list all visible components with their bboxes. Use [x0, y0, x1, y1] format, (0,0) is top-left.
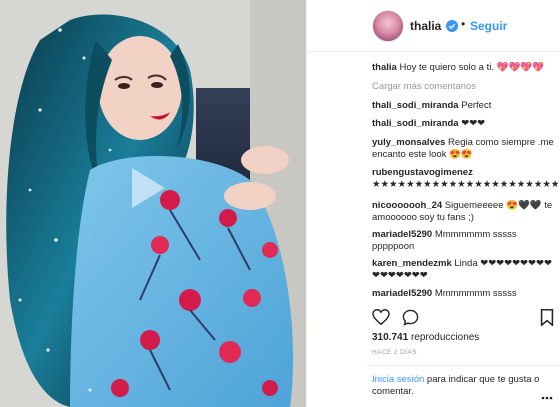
header-separator: • [461, 17, 466, 31]
comment-username[interactable]: yuly_monsalves [372, 137, 445, 148]
views-count: 310.741 reproducciones [372, 332, 479, 343]
comment-text: ❤❤❤ [461, 118, 486, 129]
comment-username[interactable]: mariadel5290 [372, 229, 432, 240]
comment-caption: thalia Hoy te quiero solo a ti. 💖💖💖💖 [372, 62, 558, 74]
login-prompt: Inicia sesión para indicar que te gusta … [366, 365, 560, 398]
comment-username[interactable]: thali_sodi_miranda [372, 100, 459, 111]
views-number: 310.741 [372, 332, 409, 343]
comment-text: Perfect [461, 100, 492, 111]
post-video[interactable] [0, 0, 306, 407]
follow-button[interactable]: Seguir [470, 19, 507, 33]
comment-username[interactable]: mariadel5290 [372, 288, 432, 299]
comment-username[interactable]: karen_mendezmk [372, 258, 452, 269]
comment-text: ★★★★★★★★★★★★★★★★★★★★★★★★★ [372, 179, 560, 190]
comment-text: Mmmmmmm sssss [434, 288, 517, 299]
comment-item: thali_sodi_miranda Perfect [372, 100, 558, 112]
comment-item: yuly_monsalves Regia como siempre .me en… [372, 137, 558, 161]
comment-username[interactable]: thalia [372, 62, 397, 73]
avatar[interactable] [372, 10, 404, 42]
comment-text: Hoy te quiero solo a ti. 💖💖💖💖 [399, 62, 544, 73]
more-options-icon[interactable] [541, 387, 553, 405]
play-icon[interactable] [128, 165, 176, 221]
heart-icon[interactable] [372, 308, 390, 330]
load-more-comments-button[interactable]: Cargar más comentarios [372, 81, 558, 93]
comment-item: mariadel5290 Mmmmmmm sssss [372, 288, 558, 300]
header-username[interactable]: thalia [410, 19, 441, 33]
post-timestamp[interactable]: HACE 2 DÍAS [372, 349, 417, 356]
bookmark-icon[interactable] [540, 309, 554, 331]
post-actions [372, 308, 558, 330]
comment-item: thali_sodi_miranda ❤❤❤ [372, 118, 558, 130]
comment-item: karen_mendezmk Linda ❤❤❤❤❤❤❤❤❤❤❤❤❤❤❤❤ [372, 258, 558, 282]
views-label: reproducciones [410, 332, 480, 343]
comment-username[interactable]: rubengustavogimenez [372, 167, 473, 178]
comment-username[interactable]: nicooooooh_24 [372, 200, 442, 211]
comment-item: mariadel5290 Mmmmmmm sssss pppppoon [372, 229, 558, 253]
comment-item: rubengustavogimenez ★★★★★★★★★★★★★★★★★★★★… [372, 167, 560, 191]
login-link[interactable]: Inicia sesión [372, 374, 424, 385]
comment-item: nicooooooh_24 Siguemeeeee 😍🖤🖤 te amooooo… [372, 200, 558, 224]
comment-icon[interactable] [402, 309, 419, 331]
comment-username[interactable]: thali_sodi_miranda [372, 118, 459, 129]
verified-badge-icon [446, 19, 458, 32]
